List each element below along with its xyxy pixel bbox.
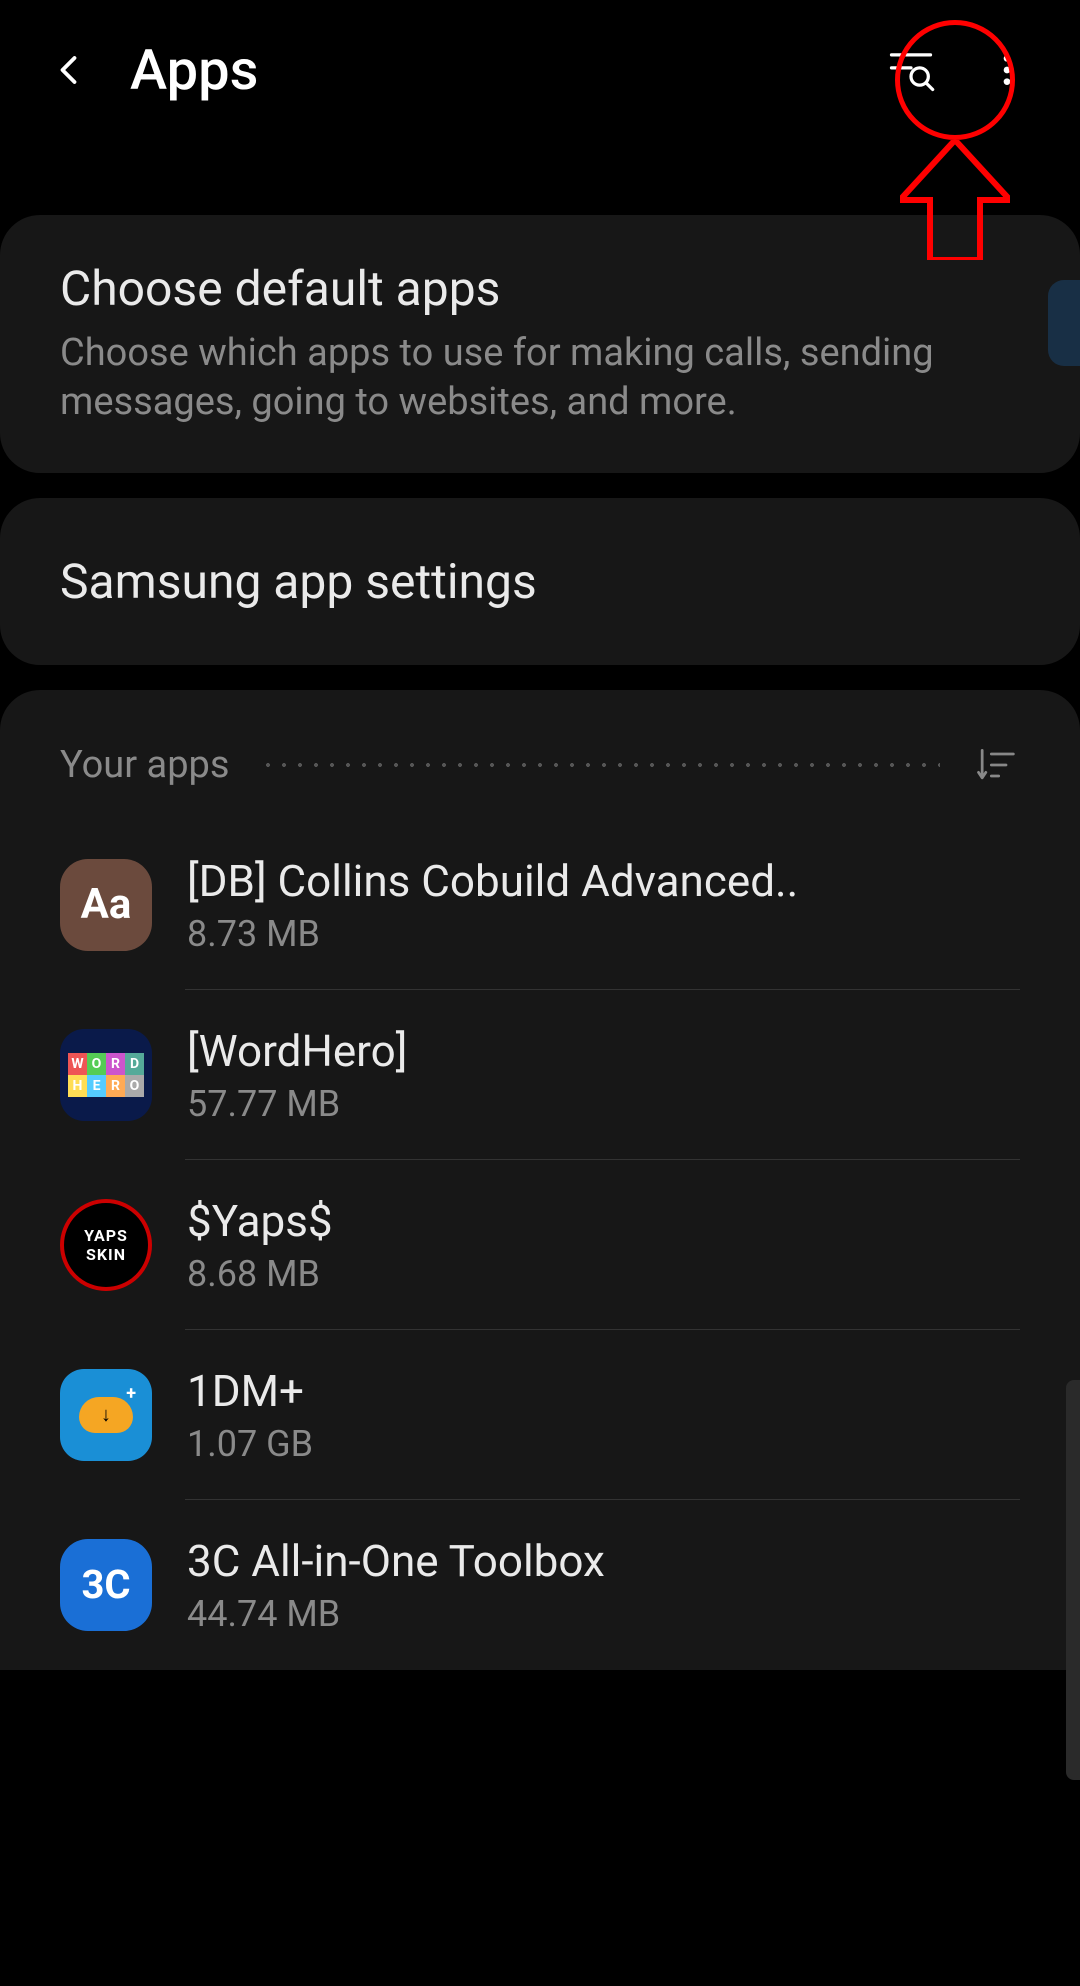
back-button[interactable] bbox=[40, 40, 100, 100]
app-row[interactable]: 3C 3C All-in-One Toolbox 44.74 MB bbox=[0, 1500, 1080, 1670]
your-apps-header: Your apps bbox=[0, 740, 1080, 820]
chevron-left-icon bbox=[52, 52, 88, 88]
app-icon: WORD HERO bbox=[60, 1029, 152, 1121]
app-size: 44.74 MB bbox=[187, 1593, 1020, 1635]
choose-default-apps-desc: Choose which apps to use for making call… bbox=[60, 329, 1020, 428]
app-icon: + bbox=[60, 1369, 152, 1461]
more-options-button[interactable] bbox=[974, 37, 1040, 103]
divider-dots bbox=[260, 762, 941, 768]
scroll-handle[interactable] bbox=[1048, 280, 1080, 366]
sort-icon bbox=[973, 743, 1017, 787]
samsung-app-settings-title: Samsung app settings bbox=[60, 553, 1020, 610]
app-size: 8.73 MB bbox=[187, 913, 1020, 955]
app-name: [WordHero] bbox=[187, 1025, 1020, 1077]
app-icon: 3C bbox=[60, 1539, 152, 1631]
choose-default-apps-item[interactable]: Choose default apps Choose which apps to… bbox=[0, 215, 1080, 473]
app-icon: Aa bbox=[60, 859, 152, 951]
app-name: [DB] Collins Cobuild Advanced.. bbox=[187, 855, 1020, 907]
app-row[interactable]: + 1DM+ 1.07 GB bbox=[0, 1330, 1080, 1500]
app-row[interactable]: Aa [DB] Collins Cobuild Advanced.. 8.73 … bbox=[0, 820, 1080, 990]
samsung-app-settings-item[interactable]: Samsung app settings bbox=[0, 498, 1080, 665]
header: Apps bbox=[0, 0, 1080, 140]
header-actions bbox=[878, 37, 1040, 103]
page-title: Apps bbox=[130, 37, 878, 103]
your-apps-label: Your apps bbox=[60, 743, 230, 787]
app-name: $Yaps$ bbox=[187, 1195, 1020, 1247]
app-row[interactable]: WORD HERO [WordHero] 57.77 MB bbox=[0, 990, 1080, 1160]
search-list-button[interactable] bbox=[878, 37, 944, 103]
app-name: 1DM+ bbox=[187, 1365, 1020, 1417]
your-apps-section: Your apps Aa [DB] Collins Cobuild Advanc… bbox=[0, 690, 1080, 1670]
app-row[interactable]: YAPSSKIN $Yaps$ 8.68 MB bbox=[0, 1160, 1080, 1330]
app-icon: YAPSSKIN bbox=[60, 1199, 152, 1291]
app-name: 3C All-in-One Toolbox bbox=[187, 1535, 1020, 1587]
more-vertical-icon bbox=[987, 50, 1027, 90]
sort-button[interactable] bbox=[970, 740, 1020, 790]
app-size: 1.07 GB bbox=[187, 1423, 1020, 1465]
app-size: 57.77 MB bbox=[187, 1083, 1020, 1125]
choose-default-apps-title: Choose default apps bbox=[60, 260, 1020, 317]
search-list-icon bbox=[885, 44, 937, 96]
app-size: 8.68 MB bbox=[187, 1253, 1020, 1295]
